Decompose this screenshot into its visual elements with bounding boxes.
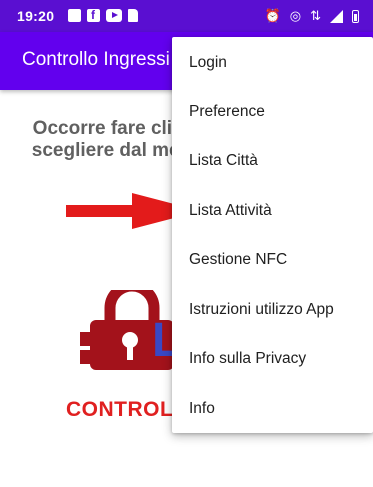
battery-icon xyxy=(352,9,359,23)
signal-icon xyxy=(330,9,343,23)
app-title: Controllo Ingressi xyxy=(22,49,170,70)
menu-item-login[interactable]: Login xyxy=(172,38,373,87)
sd-card-icon xyxy=(128,9,138,22)
menu-item-privacy[interactable]: Info sulla Privacy xyxy=(172,334,373,383)
data-icon: ⇅ xyxy=(310,8,321,23)
menu-item-preference[interactable]: Preference xyxy=(172,87,373,136)
menu-item-lista-citta[interactable]: Lista Città xyxy=(172,136,373,185)
facebook-icon xyxy=(87,8,100,22)
menu-item-gestione-nfc[interactable]: Gestione NFC xyxy=(172,235,373,284)
status-left-icons xyxy=(68,8,138,22)
hotspot-icon: ◎ xyxy=(289,8,302,23)
menu-item-lista-attivita[interactable]: Lista Attività xyxy=(172,186,373,235)
screen: 19:20 ⏰ ◎ ⇅ Controllo Ingressi Occorre f… xyxy=(0,0,373,487)
menu-item-info[interactable]: Info xyxy=(172,384,373,433)
image-icon xyxy=(68,9,81,22)
status-time: 19:20 xyxy=(17,8,55,24)
status-right-icons: ⏰ ◎ ⇅ xyxy=(265,8,359,24)
alarm-icon: ⏰ xyxy=(264,8,281,23)
status-bar: 19:20 ⏰ ◎ ⇅ xyxy=(0,0,373,32)
youtube-icon xyxy=(106,9,122,22)
overflow-menu: Login Preference Lista Città Lista Attiv… xyxy=(172,37,373,433)
menu-item-istruzioni[interactable]: Istruzioni utilizzo App xyxy=(172,285,373,334)
